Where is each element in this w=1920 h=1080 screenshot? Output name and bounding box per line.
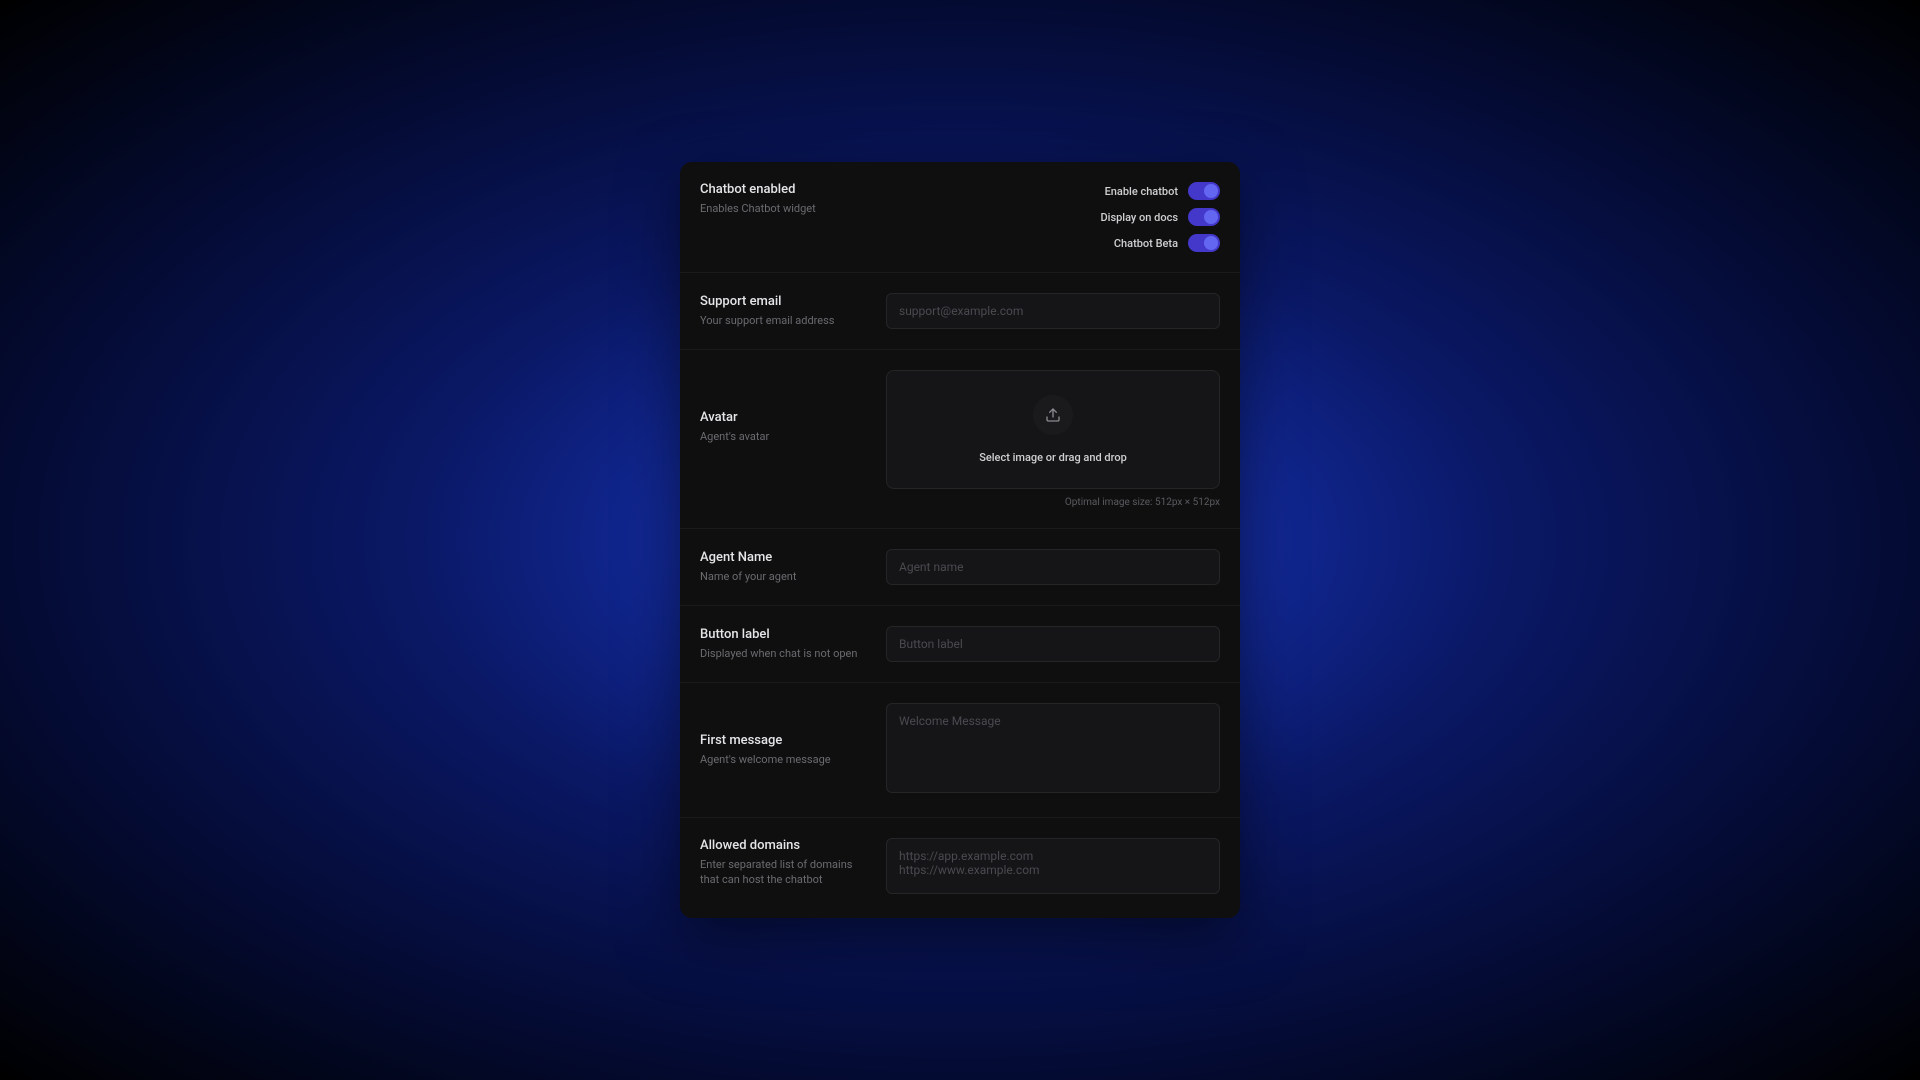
- allowed-domains-desc: Enter separated list of domains that can…: [700, 857, 870, 888]
- upload-icon: [1045, 407, 1061, 423]
- enable-chatbot-row: Enable chatbot: [1105, 182, 1220, 200]
- chatbot-enabled-title: Chatbot enabled: [700, 182, 870, 197]
- allowed-domains-input[interactable]: [886, 838, 1220, 894]
- first-message-section: First message Agent's welcome message: [680, 683, 1240, 818]
- support-email-input-area: [886, 293, 1220, 329]
- first-message-input-area: [886, 703, 1220, 797]
- agent-name-section: Agent Name Name of your agent: [680, 529, 1240, 606]
- chatbot-beta-label: Chatbot Beta: [1114, 237, 1178, 250]
- display-on-docs-label: Display on docs: [1100, 211, 1178, 224]
- allowed-domains-section: Allowed domains Enter separated list of …: [680, 818, 1240, 918]
- chatbot-enabled-section: Chatbot enabled Enables Chatbot widget E…: [680, 162, 1240, 273]
- first-message-label-group: First message Agent's welcome message: [700, 733, 870, 767]
- support-email-title: Support email: [700, 294, 870, 309]
- support-email-input[interactable]: [886, 293, 1220, 329]
- button-label-section: Button label Displayed when chat is not …: [680, 606, 1240, 683]
- agent-name-desc: Name of your agent: [700, 569, 870, 584]
- display-on-docs-row: Display on docs: [1100, 208, 1220, 226]
- chatbot-enabled-label-group: Chatbot enabled Enables Chatbot widget: [700, 182, 870, 216]
- upload-icon-circle: [1033, 395, 1073, 435]
- agent-name-input-area: [886, 549, 1220, 585]
- first-message-input[interactable]: [886, 703, 1220, 793]
- enable-chatbot-label: Enable chatbot: [1105, 185, 1178, 198]
- support-email-section: Support email Your support email address: [680, 273, 1240, 350]
- enable-chatbot-toggle[interactable]: [1188, 182, 1220, 200]
- settings-panel: Chatbot enabled Enables Chatbot widget E…: [680, 162, 1240, 918]
- avatar-upload-zone[interactable]: Select image or drag and drop: [886, 370, 1220, 489]
- support-email-desc: Your support email address: [700, 313, 870, 328]
- display-on-docs-toggle[interactable]: [1188, 208, 1220, 226]
- button-label-label-group: Button label Displayed when chat is not …: [700, 627, 870, 661]
- agent-name-title: Agent Name: [700, 550, 870, 565]
- button-label-title: Button label: [700, 627, 870, 642]
- allowed-domains-input-area: [886, 838, 1220, 898]
- first-message-desc: Agent's welcome message: [700, 752, 870, 767]
- agent-name-label-group: Agent Name Name of your agent: [700, 550, 870, 584]
- chatbot-beta-row: Chatbot Beta: [1114, 234, 1220, 252]
- chatbot-enabled-desc: Enables Chatbot widget: [700, 201, 870, 216]
- avatar-hint: Optimal image size: 512px × 512px: [886, 497, 1220, 508]
- chatbot-beta-toggle[interactable]: [1188, 234, 1220, 252]
- allowed-domains-label-group: Allowed domains Enter separated list of …: [700, 838, 870, 888]
- avatar-section: Avatar Agent's avatar Select image or dr…: [680, 350, 1240, 529]
- button-label-desc: Displayed when chat is not open: [700, 646, 870, 661]
- allowed-domains-title: Allowed domains: [700, 838, 870, 853]
- button-label-input[interactable]: [886, 626, 1220, 662]
- avatar-label-group: Avatar Agent's avatar: [700, 370, 870, 444]
- agent-name-input[interactable]: [886, 549, 1220, 585]
- avatar-title: Avatar: [700, 410, 870, 425]
- avatar-input-area: Select image or drag and drop Optimal im…: [886, 370, 1220, 508]
- toggle-group: Enable chatbot Display on docs Chatbot B…: [1100, 182, 1220, 252]
- first-message-title: First message: [700, 733, 870, 748]
- avatar-upload-text: Select image or drag and drop: [979, 451, 1127, 464]
- button-label-input-area: [886, 626, 1220, 662]
- support-email-label-group: Support email Your support email address: [700, 294, 870, 328]
- avatar-desc: Agent's avatar: [700, 429, 870, 444]
